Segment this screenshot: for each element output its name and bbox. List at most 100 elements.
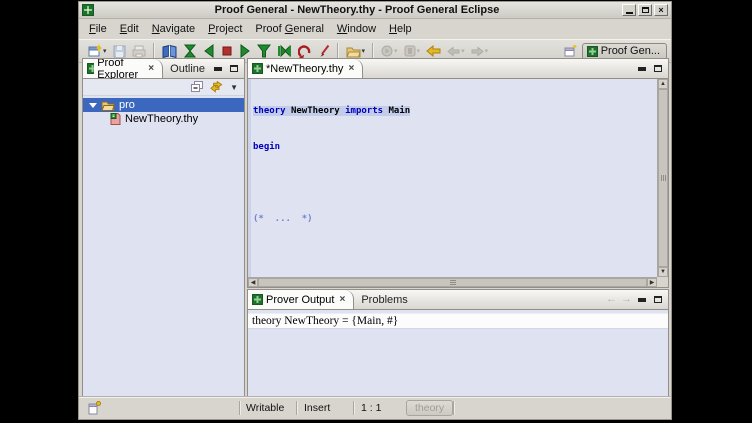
right-triangle-icon bbox=[239, 44, 251, 58]
status-separator bbox=[453, 401, 455, 415]
tab-prover-output[interactable]: Prover Output × bbox=[248, 290, 354, 309]
forward-dropdown-icon: ▾ bbox=[485, 47, 489, 55]
open-perspective-icon bbox=[564, 45, 577, 58]
left-triangle-icon bbox=[203, 44, 215, 58]
menu-navigate[interactable]: Navigate bbox=[152, 23, 195, 35]
code-content[interactable]: theory NewTheory imports Main begin (* .… bbox=[248, 81, 656, 277]
open-folder-icon bbox=[101, 100, 115, 111]
back-dropdown-icon: ▾ bbox=[461, 47, 465, 55]
maximize-button[interactable] bbox=[638, 4, 652, 16]
menu-window[interactable]: Window bbox=[337, 23, 376, 35]
open-perspective-button[interactable] bbox=[564, 45, 577, 58]
pen-icon bbox=[318, 44, 330, 58]
close-tab-icon[interactable]: × bbox=[339, 294, 345, 305]
hourglass-icon bbox=[183, 44, 197, 58]
minimize-view-button[interactable] bbox=[636, 63, 648, 75]
tab-newtheory-editor[interactable]: *NewTheory.thy × bbox=[248, 59, 363, 78]
maximize-view-icon bbox=[654, 65, 662, 72]
scroll-down-icon[interactable]: ▼ bbox=[658, 267, 668, 277]
view-menu-icon[interactable]: ▼ bbox=[230, 83, 238, 92]
status-bar: Writable Insert 1 : 1 theory bbox=[79, 397, 671, 419]
main-window: Proof General - NewTheory.thy - Proof Ge… bbox=[78, 1, 672, 420]
perspective-label: Proof Gen... bbox=[601, 45, 660, 57]
link-with-editor-button[interactable] bbox=[210, 81, 223, 93]
horizontal-scroll-thumb[interactable] bbox=[258, 278, 647, 287]
minimize-view-icon bbox=[638, 298, 646, 302]
tab-proof-explorer[interactable]: Proof Explorer × bbox=[83, 59, 163, 78]
proof-explorer-icon bbox=[87, 63, 94, 74]
menu-help[interactable]: Help bbox=[389, 23, 412, 35]
output-tab-header: Prover Output × Problems ← → bbox=[248, 290, 668, 310]
explorer-header-buttons bbox=[212, 59, 244, 78]
theory-button[interactable]: theory bbox=[406, 400, 453, 416]
app-icon bbox=[82, 4, 94, 16]
scroll-left-icon[interactable]: ◀ bbox=[248, 278, 258, 287]
new-wizard-icon bbox=[88, 44, 102, 58]
explorer-tab-header: Proof Explorer × Outline bbox=[83, 59, 244, 79]
prover-output-icon bbox=[252, 294, 263, 305]
close-tab-icon[interactable]: × bbox=[348, 63, 354, 74]
code-line-1: theory NewTheory imports Main bbox=[253, 105, 656, 117]
status-separator bbox=[353, 401, 355, 415]
status-separator bbox=[296, 401, 298, 415]
minimize-view-button[interactable] bbox=[212, 63, 224, 75]
vertical-scroll-thumb[interactable] bbox=[658, 89, 668, 267]
minimize-view-button[interactable] bbox=[636, 294, 648, 306]
maximize-view-button[interactable] bbox=[228, 63, 240, 75]
link-with-editor-icon bbox=[210, 81, 223, 93]
collapse-all-button[interactable] bbox=[191, 81, 204, 93]
editor-tab-label: *NewTheory.thy bbox=[266, 63, 343, 75]
menu-file[interactable]: File bbox=[89, 23, 107, 35]
collapse-all-icon bbox=[191, 81, 204, 93]
tree-item-theory-file[interactable]: NewTheory.thy bbox=[83, 112, 244, 126]
debug-icon bbox=[404, 45, 416, 57]
close-button[interactable]: × bbox=[654, 4, 668, 16]
maximize-view-button[interactable] bbox=[652, 63, 664, 75]
scroll-right-icon[interactable]: ▶ bbox=[647, 278, 657, 287]
menu-proof-general[interactable]: Proof General bbox=[255, 23, 324, 35]
stop-icon bbox=[221, 45, 233, 57]
toolbar-separator bbox=[372, 43, 374, 59]
output-back-icon[interactable]: ← bbox=[606, 294, 617, 305]
tab-outline[interactable]: Outline bbox=[163, 59, 212, 78]
proof-explorer-panel: Proof Explorer × Outline ▼ pro bbox=[82, 58, 245, 397]
proof-general-perspective-button[interactable]: Proof Gen... bbox=[582, 43, 667, 60]
maximize-icon bbox=[642, 7, 649, 13]
yellow-back-arrow-icon bbox=[426, 45, 441, 57]
print-icon bbox=[132, 45, 146, 58]
menu-bar: File Edit Navigate Project Proof General… bbox=[79, 19, 671, 39]
theory-editor-icon bbox=[252, 63, 263, 74]
explorer-view-toolbar: ▼ bbox=[83, 79, 244, 96]
tab-problems[interactable]: Problems bbox=[354, 290, 414, 309]
close-tab-icon[interactable]: × bbox=[148, 63, 154, 74]
run-dropdown-icon: ▾ bbox=[394, 47, 398, 55]
status-separator bbox=[239, 401, 241, 415]
skip-to-end-icon bbox=[277, 44, 292, 58]
minimize-view-icon bbox=[214, 67, 222, 71]
scroll-up-icon[interactable]: ▲ bbox=[658, 79, 668, 89]
editor-text-area[interactable]: theory NewTheory imports Main begin (* .… bbox=[248, 79, 668, 287]
save-icon bbox=[113, 45, 126, 58]
output-forward-icon[interactable]: → bbox=[621, 294, 632, 305]
tree-item-project[interactable]: pro bbox=[83, 98, 244, 112]
toolbar-separator bbox=[337, 43, 339, 59]
folder-dropdown-icon: ▾ bbox=[362, 47, 366, 55]
horizontal-scrollbar[interactable]: ◀ ▶ bbox=[248, 277, 657, 287]
book-icon bbox=[162, 44, 177, 58]
prover-output-text: theory NewTheory = {Main, #} bbox=[248, 313, 668, 329]
minimize-view-icon bbox=[638, 67, 646, 71]
menu-project[interactable]: Project bbox=[208, 23, 242, 35]
run-icon bbox=[381, 45, 393, 57]
expander-icon[interactable] bbox=[89, 103, 97, 108]
maximize-view-button[interactable] bbox=[652, 294, 664, 306]
editor-tab-header: *NewTheory.thy × bbox=[248, 59, 668, 79]
debug-dropdown-icon: ▾ bbox=[417, 47, 421, 55]
menu-edit[interactable]: Edit bbox=[120, 23, 139, 35]
minimize-button[interactable] bbox=[622, 4, 636, 16]
maximize-view-icon bbox=[654, 296, 662, 303]
code-line-5 bbox=[253, 249, 656, 261]
fast-view-icon[interactable] bbox=[88, 401, 101, 415]
vertical-scrollbar[interactable]: ▲ ▼ bbox=[657, 79, 668, 277]
proof-general-perspective-icon bbox=[587, 46, 598, 57]
toolbar-separator bbox=[153, 43, 155, 59]
